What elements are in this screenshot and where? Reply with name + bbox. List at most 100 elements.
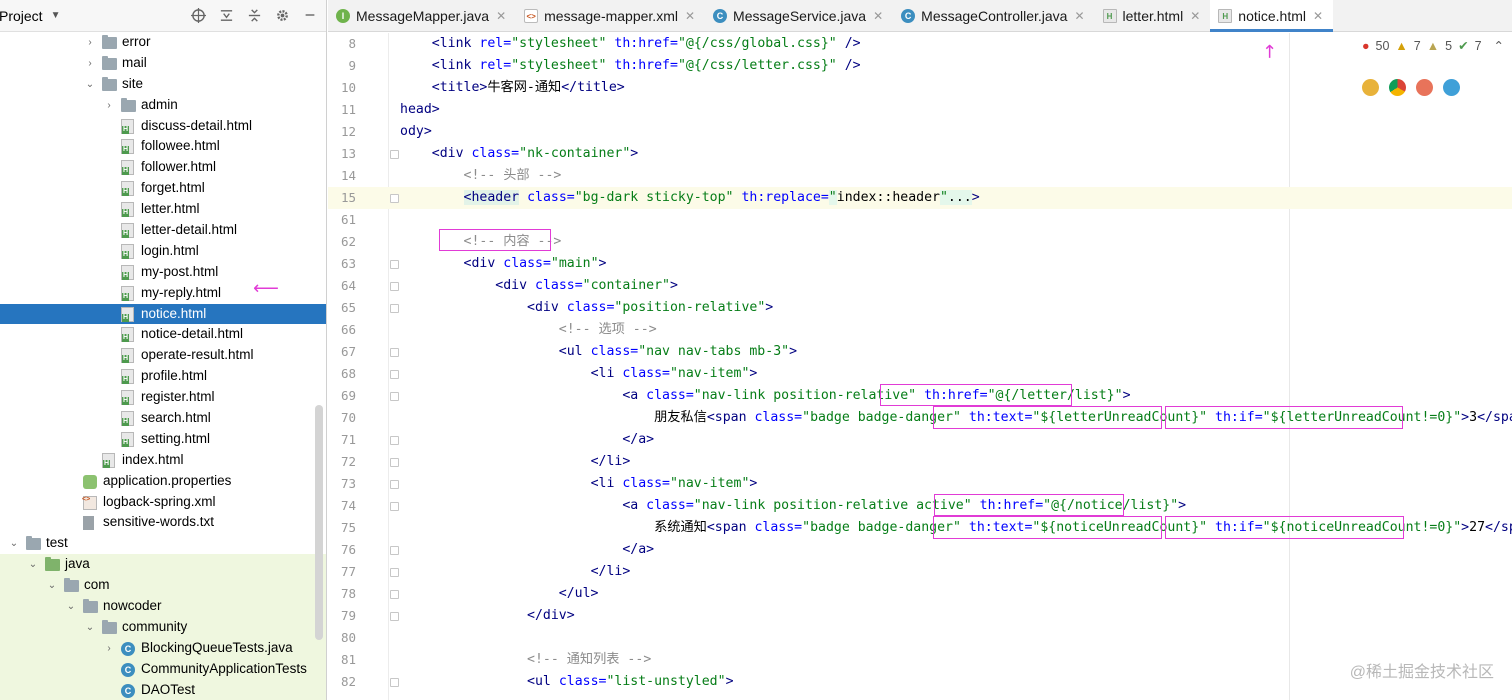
tree-item[interactable]: notice-detail.html [0, 324, 326, 345]
code-line[interactable]: 67 <ul class="nav nav-tabs mb-3"> [328, 341, 1512, 363]
collapse-all-icon[interactable] [245, 6, 263, 24]
tree-item[interactable]: follower.html [0, 157, 326, 178]
fold-marker-icon[interactable] [390, 348, 399, 357]
code-line[interactable]: 63 <div class="main"> [328, 253, 1512, 275]
tree-item[interactable]: sensitive-words.txt [0, 512, 326, 533]
tree-item[interactable]: letter.html [0, 199, 326, 220]
tree-item[interactable]: C DAOTest [0, 679, 326, 700]
chevron-right-icon[interactable]: › [103, 638, 115, 658]
code-line[interactable]: 12 ody> [328, 121, 1512, 143]
fold-marker-icon[interactable] [390, 612, 399, 621]
code-line[interactable]: 79 </div> [328, 605, 1512, 627]
tree-item[interactable]: register.html [0, 387, 326, 408]
code-line[interactable]: 14 <!-- 头部 --> [328, 165, 1512, 187]
tree-item[interactable]: › mail [0, 53, 326, 74]
tree-item[interactable]: search.html [0, 408, 326, 429]
code-editor[interactable]: 8 <link rel="stylesheet" th:href="@{/css… [328, 33, 1512, 700]
code-line[interactable]: 77 </li> [328, 561, 1512, 583]
chevron-down-icon[interactable]: ⌄ [27, 554, 39, 574]
chevron-down-icon[interactable]: ⌄ [84, 74, 96, 94]
code-line[interactable]: 80 [328, 627, 1512, 649]
gear-icon[interactable] [273, 6, 291, 24]
fold-marker-icon[interactable] [390, 260, 399, 269]
fold-marker-icon[interactable] [390, 678, 399, 687]
tree-item[interactable]: index.html [0, 450, 326, 471]
chevron-down-icon[interactable]: ⌄ [46, 575, 58, 595]
tree-item[interactable]: logback-spring.xml [0, 490, 326, 513]
tree-item[interactable]: ⌄ site [0, 74, 326, 95]
code-line[interactable]: 9 <link rel="stylesheet" th:href="@{/css… [328, 55, 1512, 77]
tree-item[interactable]: profile.html [0, 366, 326, 387]
editor-tab[interactable]: Hletter.html ✕ [1095, 0, 1211, 31]
fold-marker-icon[interactable] [390, 150, 399, 159]
fold-marker-icon[interactable] [390, 436, 399, 445]
chevron-down-icon[interactable]: ⌄ [84, 617, 96, 637]
minimize-icon[interactable] [301, 6, 319, 24]
code-line[interactable]: 78 </ul> [328, 583, 1512, 605]
fold-marker-icon[interactable] [390, 304, 399, 313]
code-line[interactable]: 74 <a class="nav-link position-relative … [328, 495, 1512, 517]
fold-marker-icon[interactable] [390, 282, 399, 291]
close-icon[interactable]: ✕ [1074, 9, 1084, 23]
fold-marker-icon[interactable] [390, 546, 399, 555]
code-line[interactable]: 76 </a> [328, 539, 1512, 561]
tree-item[interactable]: C CommunityApplicationTests [0, 658, 326, 680]
edge-icon[interactable] [1443, 79, 1460, 96]
code-line[interactable]: 15 <header class="bg-dark sticky-top" th… [328, 187, 1512, 209]
tree-item[interactable]: ⌄ community [0, 616, 326, 638]
chevron-right-icon[interactable]: › [84, 32, 96, 52]
chevron-up-icon[interactable]: ⌃ [1494, 38, 1504, 53]
chevron-right-icon[interactable]: › [84, 53, 96, 73]
close-icon[interactable]: ✕ [1190, 9, 1200, 23]
tree-item[interactable]: ⌄ test [0, 533, 326, 554]
tree-item[interactable]: operate-result.html [0, 345, 326, 366]
fold-marker-icon[interactable] [390, 568, 399, 577]
code-line[interactable]: 61 [328, 209, 1512, 231]
chrome-icon[interactable] [1389, 79, 1406, 96]
inspection-widget[interactable]: ● 50 ▲ 7 ▲ 5 ✔ 7 ⌃ [1362, 38, 1504, 54]
close-icon[interactable]: ✕ [685, 9, 695, 23]
tree-item[interactable]: discuss-detail.html [0, 116, 326, 137]
tree-item[interactable]: › error [0, 32, 326, 53]
fold-marker-icon[interactable] [390, 194, 399, 203]
tree-item[interactable]: › C BlockingQueueTests.java [0, 637, 326, 659]
code-line[interactable]: 13 <div class="nk-container"> [328, 143, 1512, 165]
fold-marker-icon[interactable] [390, 392, 399, 401]
code-line[interactable]: 81 <!-- 通知列表 --> [328, 649, 1512, 671]
fold-marker-icon[interactable] [390, 590, 399, 599]
tree-item[interactable]: forget.html [0, 178, 326, 199]
code-line[interactable]: 68 <li class="nav-item"> [328, 363, 1512, 385]
code-line[interactable]: 11 head> [328, 99, 1512, 121]
idea-browser-icon[interactable] [1362, 79, 1379, 96]
editor-tab[interactable]: C MessageController.java ✕ [893, 0, 1094, 31]
tree-item[interactable]: followee.html [0, 136, 326, 157]
expand-all-icon[interactable] [217, 6, 235, 24]
chevron-down-icon[interactable]: ⌄ [65, 596, 77, 616]
code-line[interactable]: 10 <title>牛客网-通知</title> [328, 77, 1512, 99]
code-line[interactable]: 82 <ul class="list-unstyled"> [328, 671, 1512, 693]
close-icon[interactable]: ✕ [873, 9, 883, 23]
code-line[interactable]: 64 <div class="container"> [328, 275, 1512, 297]
editor-tab[interactable]: C MessageService.java ✕ [705, 0, 893, 31]
tree-item[interactable]: application.properties [0, 471, 326, 492]
fold-marker-icon[interactable] [390, 458, 399, 467]
code-line[interactable]: 65 <div class="position-relative"> [328, 297, 1512, 319]
tree-item[interactable]: letter-detail.html [0, 220, 326, 241]
tree-item[interactable]: notice.html [0, 303, 326, 325]
code-line[interactable]: 72 </li> [328, 451, 1512, 473]
chevron-down-icon[interactable]: ⌄ [8, 533, 20, 553]
firefox-icon[interactable] [1416, 79, 1433, 96]
fold-marker-icon[interactable] [390, 480, 399, 489]
fold-marker-icon[interactable] [390, 370, 399, 379]
close-icon[interactable]: ✕ [496, 9, 506, 23]
editor-tab[interactable]: Hnotice.html ✕ [1210, 0, 1334, 32]
chevron-down-icon[interactable]: ▼ [51, 10, 61, 21]
close-icon[interactable]: ✕ [1313, 9, 1323, 23]
editor-tab[interactable]: <> message-mapper.xml ✕ [516, 0, 705, 31]
locate-icon[interactable] [189, 6, 207, 24]
chevron-right-icon[interactable]: › [103, 95, 115, 115]
tree-item[interactable]: › admin [0, 95, 326, 116]
fold-marker-icon[interactable] [390, 502, 399, 511]
tree-item[interactable]: login.html [0, 241, 326, 262]
code-line[interactable]: 66 <!-- 选项 --> [328, 319, 1512, 341]
